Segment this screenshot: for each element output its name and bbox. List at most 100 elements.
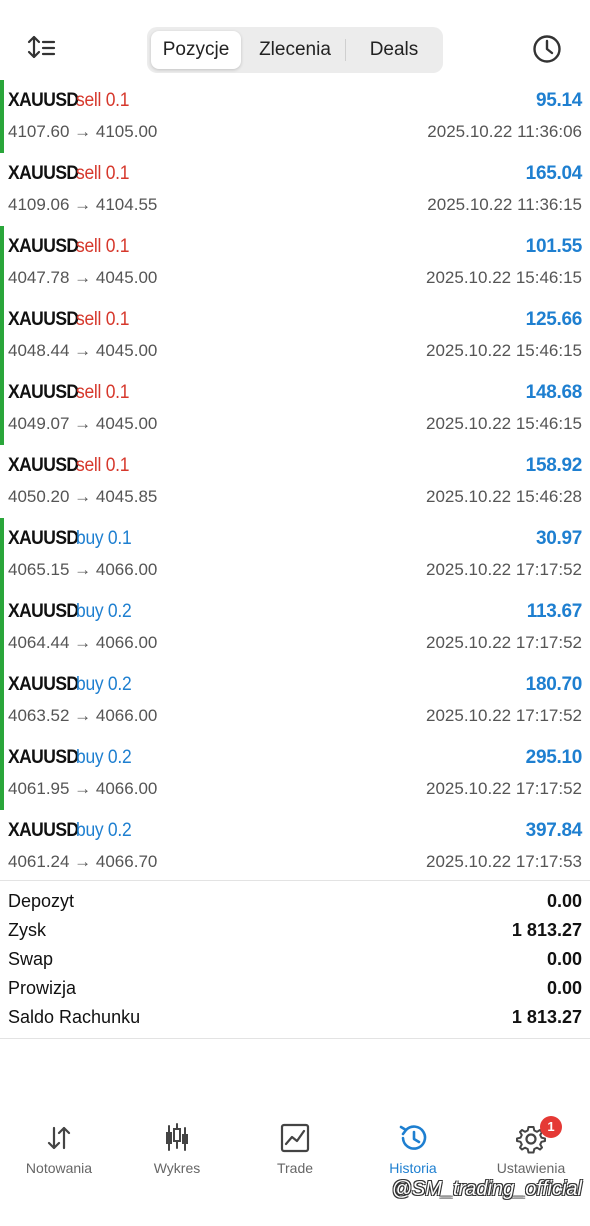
trade-profit: 30.97 — [535, 528, 582, 549]
trade-time: 2025.10.22 17:17:53 — [426, 852, 582, 871]
trade-prices: 4064.44 → 4066.00 — [8, 633, 158, 652]
trade-prices: 4061.95 → 4066.00 — [8, 779, 158, 798]
notification-badge: 1 — [540, 1116, 562, 1138]
row-marker — [0, 663, 4, 737]
trade-time: 2025.10.22 17:17:52 — [426, 560, 582, 579]
trade-time: 2025.10.22 15:46:15 — [426, 268, 582, 287]
trade-profit: 148.68 — [525, 382, 583, 403]
history-icon — [397, 1122, 429, 1154]
tab-label: Trade — [276, 1160, 314, 1176]
trade-profit: 165.04 — [525, 163, 583, 184]
trade-time: 2025.10.22 15:46:15 — [426, 414, 582, 433]
tab-trade[interactable]: Trade — [236, 1110, 354, 1190]
trade-time: 2025.10.22 17:17:52 — [426, 706, 582, 725]
trade-profit: 295.10 — [525, 747, 583, 768]
trade-prices: 4049.07 → 4045.00 — [8, 414, 158, 433]
summary-value: 1 813.27 — [511, 1007, 582, 1027]
summary-top-divider — [0, 880, 590, 881]
trade-prices: 4048.44 → 4045.00 — [8, 341, 158, 360]
account-summary: Depozyt 0.00 Zysk 1 813.27 Swap 0.00 Prowizja 0… — [0, 888, 590, 1033]
quotes-arrows-icon — [43, 1122, 75, 1154]
trade-prices: 4109.06 → 4104.55 — [8, 195, 158, 214]
sort-icon[interactable] — [27, 34, 57, 62]
tab-zlecenia[interactable]: Zlecenia — [247, 31, 343, 69]
trade-prices: 4047.78 → 4045.00 — [8, 268, 158, 287]
row-marker — [0, 371, 4, 445]
trade-symbol: XAUUSD — [8, 236, 79, 257]
row-marker — [0, 736, 4, 810]
trade-row[interactable]: XAUUSD buy 0.1 30.97 4065.15 → 4066.00 2025.… — [0, 518, 590, 591]
trade-symbol: XAUUSD — [8, 528, 79, 549]
row-marker — [0, 226, 4, 299]
trade-profit: 397.84 — [525, 820, 583, 841]
trade-time: 2025.10.22 17:17:52 — [426, 779, 582, 798]
top-toolbar: Pozycje Zlecenia Deals — [0, 0, 590, 80]
trade-row[interactable]: XAUUSD sell 0.1 165.04 4109.06 → 4104.55 202… — [0, 153, 590, 226]
trade-side-volume: buy 0.2 — [76, 601, 132, 622]
summary-label: Prowizja — [8, 978, 77, 998]
candlestick-chart-icon — [161, 1122, 193, 1154]
row-marker — [0, 590, 4, 664]
clock-icon[interactable] — [531, 33, 563, 65]
summary-row: Prowizja 0.00 — [0, 975, 590, 1004]
tab-label: Notowania — [25, 1160, 93, 1176]
trade-row[interactable]: XAUUSD sell 0.1 148.68 4049.07 → 4045.00 202… — [0, 371, 590, 445]
summary-label: Zysk — [8, 920, 46, 940]
summary-value: 1 813.27 — [511, 920, 582, 940]
bottom-tab-bar: Notowania Wykres Trade Historia 1 Ustawi… — [0, 1110, 590, 1226]
trade-profit: 101.55 — [525, 236, 583, 257]
tab-notowania[interactable]: Notowania — [0, 1110, 118, 1190]
trade-side-volume: sell 0.1 — [76, 382, 130, 403]
row-marker — [0, 518, 4, 591]
trade-side-volume: buy 0.1 — [76, 528, 132, 549]
row-marker — [0, 298, 4, 372]
trade-symbol: XAUUSD — [8, 674, 79, 695]
tab-label: Ustawienia — [496, 1160, 566, 1176]
trade-prices: 4061.24 → 4066.70 — [8, 852, 158, 871]
trade-side-volume: buy 0.2 — [76, 674, 132, 695]
tab-wykres[interactable]: Wykres — [118, 1110, 236, 1190]
trade-row[interactable]: XAUUSD sell 0.1 101.55 4047.78 → 4045.00 202… — [0, 226, 590, 299]
trade-profit: 125.66 — [525, 309, 583, 330]
trade-symbol: XAUUSD — [8, 163, 79, 184]
trade-profit: 95.14 — [535, 90, 582, 111]
trade-side-volume: sell 0.1 — [76, 90, 130, 111]
watermark: @SM_trading_official — [391, 1178, 582, 1200]
trade-row[interactable]: XAUUSD sell 0.1 158.92 4050.20 → 4045.85 202… — [0, 445, 590, 518]
trade-side-volume: sell 0.1 — [76, 309, 130, 330]
row-marker — [0, 80, 4, 153]
tab-label: Historia — [389, 1160, 437, 1176]
trade-symbol: XAUUSD — [8, 747, 79, 768]
summary-label: Swap — [8, 949, 54, 969]
tab-label: Wykres — [153, 1160, 201, 1176]
summary-row: Depozyt 0.00 — [0, 888, 590, 917]
tab-deals[interactable]: Deals — [349, 31, 439, 69]
summary-row: Swap 0.00 — [0, 946, 590, 975]
view-segmented-control: Pozycje Zlecenia Deals — [147, 27, 443, 73]
summary-row: Saldo Rachunku 1 813.27 — [0, 1004, 590, 1033]
trade-symbol: XAUUSD — [8, 601, 79, 622]
trade-prices: 4050.20 → 4045.85 — [8, 487, 158, 506]
trade-row[interactable]: XAUUSD buy 0.2 113.67 4064.44 → 4066.00 2025… — [0, 590, 590, 664]
summary-value: 0.00 — [546, 978, 582, 998]
trade-prices: 4063.52 → 4066.00 — [8, 706, 158, 725]
summary-value: 0.00 — [546, 949, 582, 969]
trade-chart-icon — [279, 1122, 311, 1154]
trade-side-volume: buy 0.2 — [76, 747, 132, 768]
trade-row[interactable]: XAUUSD buy 0.2 295.10 4061.95 → 4066.00 2025… — [0, 736, 590, 810]
trade-time: 2025.10.22 11:36:15 — [427, 195, 582, 214]
trade-time: 2025.10.22 15:46:28 — [426, 487, 582, 506]
summary-bottom-divider — [0, 1038, 590, 1039]
trade-row[interactable]: XAUUSD buy 0.2 180.70 4063.52 → 4066.00 2025… — [0, 663, 590, 737]
trade-profit: 180.70 — [525, 674, 583, 695]
tab-pozycje[interactable]: Pozycje — [151, 31, 241, 69]
trade-symbol: XAUUSD — [8, 455, 79, 476]
trade-row[interactable]: XAUUSD sell 0.1 125.66 4048.44 → 4045.00 202… — [0, 298, 590, 372]
segment-divider — [345, 39, 346, 61]
trade-profit: 113.67 — [526, 601, 583, 622]
trade-row[interactable]: XAUUSD sell 0.1 95.14 4107.60 → 4105.00 2025… — [0, 80, 590, 153]
trade-time: 2025.10.22 17:17:52 — [426, 633, 582, 652]
trade-row[interactable]: XAUUSD buy 0.2 397.84 4061.24 → 4066.70 2025… — [0, 810, 590, 883]
trade-prices: 4107.60 → 4105.00 — [8, 122, 158, 141]
trade-symbol: XAUUSD — [8, 820, 79, 841]
